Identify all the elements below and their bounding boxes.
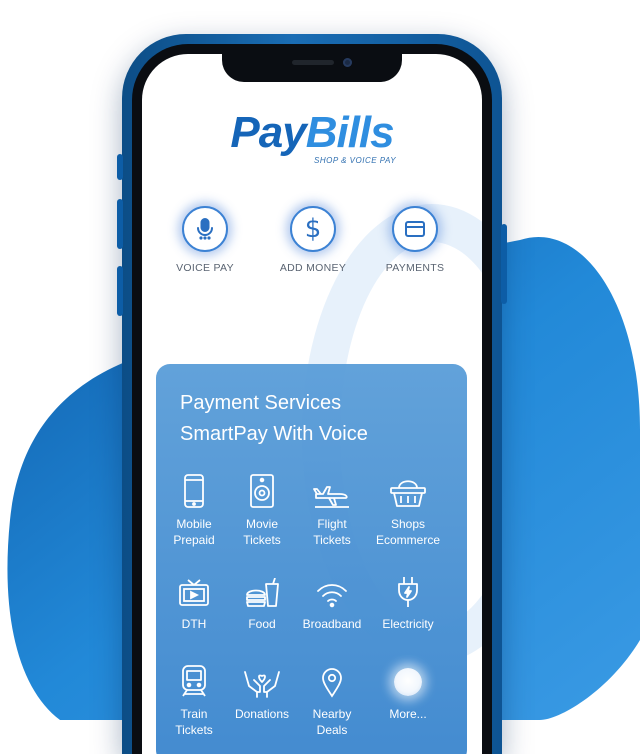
location-pin-icon — [292, 660, 372, 698]
service-label: Broadband — [302, 617, 362, 631]
shopping-basket-icon — [368, 470, 448, 508]
service-shops-ecommerce[interactable]: Shops Ecommerce — [368, 470, 448, 548]
speaker-grille — [292, 60, 334, 65]
service-movie-tickets[interactable]: Movie Tickets — [222, 470, 302, 548]
front-camera — [343, 58, 352, 67]
microphone-icon — [182, 206, 228, 252]
phone-frame: PayBills SHOP & VOICE PAY VOICE PAY $ AD… — [117, 34, 507, 754]
service-label: Food — [248, 617, 276, 631]
phone-notch — [222, 54, 402, 82]
add-money-label: ADD MONEY — [279, 262, 347, 274]
hands-icon — [222, 660, 302, 698]
movie-speaker-icon — [222, 470, 302, 508]
phone-screen: PayBills SHOP & VOICE PAY VOICE PAY $ AD… — [142, 54, 482, 754]
dollar-icon: $ — [290, 206, 336, 252]
panel-title-line1: Payment Services — [180, 392, 342, 414]
service-label: Electricity — [382, 617, 434, 631]
payments-button[interactable]: PAYMENTS — [370, 206, 460, 274]
service-donations[interactable]: Donations — [222, 660, 302, 722]
service-food[interactable]: Food — [222, 570, 302, 632]
food-icon — [222, 570, 302, 608]
app-logo: PayBills SHOP & VOICE PAY — [142, 108, 482, 166]
voice-pay-button[interactable]: VOICE PAY — [160, 206, 250, 274]
voice-pay-label: VOICE PAY — [176, 262, 234, 274]
phone-silent-switch — [117, 154, 123, 180]
payment-services-panel: Payment Services SmartPay With Voice Mob… — [156, 364, 467, 754]
more-dot-icon — [368, 660, 448, 698]
panel-title: Payment Services SmartPay With Voice — [180, 388, 368, 450]
logo-word-pay: Pay — [230, 108, 306, 157]
service-electricity[interactable]: Electricity — [368, 570, 448, 632]
phone-power-button — [501, 224, 507, 304]
service-label: Movie Tickets — [243, 517, 281, 547]
service-label: Shops Ecommerce — [375, 517, 440, 547]
service-label: Flight Tickets — [313, 517, 351, 547]
logo-tagline: SHOP & VOICE PAY — [314, 156, 397, 165]
credit-card-icon — [392, 206, 438, 252]
payments-label: PAYMENTS — [385, 262, 445, 274]
logo-word-bills: Bills — [305, 108, 395, 157]
service-nearby-deals[interactable]: Nearby Deals — [292, 660, 372, 738]
service-more[interactable]: More... — [368, 660, 448, 722]
plug-icon — [368, 570, 448, 608]
wifi-icon — [292, 570, 372, 608]
phone-volume-up — [117, 199, 123, 249]
airplane-icon — [292, 470, 372, 508]
panel-title-line2: SmartPay With Voice — [180, 423, 368, 445]
service-label: Nearby Deals — [312, 707, 352, 737]
service-broadband[interactable]: Broadband — [292, 570, 372, 632]
service-flight-tickets[interactable]: Flight Tickets — [292, 470, 372, 548]
add-money-button[interactable]: $ ADD MONEY — [268, 206, 358, 274]
phone-volume-down — [117, 266, 123, 316]
